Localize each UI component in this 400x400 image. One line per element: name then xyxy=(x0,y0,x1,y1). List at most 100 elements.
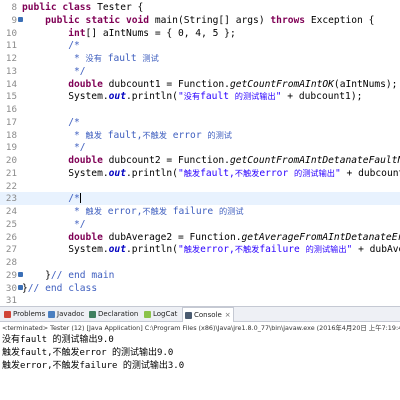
code-token: * xyxy=(22,53,86,64)
code-token: public static void xyxy=(45,14,155,26)
tab-problems[interactable]: Problems xyxy=(2,308,47,320)
code-line[interactable]: 10 int[] aIntNums = { 0, 4, 5 }; xyxy=(0,27,400,40)
code-token: [] aIntNums = { 0, 4, 5 }; xyxy=(85,27,236,39)
code-token: .println( xyxy=(125,91,178,103)
code-text: double dubcount1 = Function.getCountFrom… xyxy=(22,78,397,91)
code-token: .println( xyxy=(125,167,178,179)
code-token: .println( xyxy=(125,244,178,256)
line-number: 22 xyxy=(5,180,17,192)
tab-console[interactable]: Console × xyxy=(182,307,234,322)
code-line[interactable]: 28 xyxy=(0,256,400,269)
code-token: 触发 xyxy=(85,129,102,140)
code-line[interactable]: 23 /* xyxy=(0,192,400,206)
code-token: Exception { xyxy=(310,14,375,26)
code-token: /* xyxy=(22,40,80,52)
code-line[interactable]: 8 public class Tester { xyxy=(0,1,400,14)
close-icon[interactable]: × xyxy=(225,309,231,321)
code-token: failure xyxy=(166,206,219,217)
logcat-icon xyxy=(144,310,151,318)
tab-logcat[interactable]: LogCat xyxy=(142,308,179,320)
code-line[interactable]: 17 /* xyxy=(0,116,400,129)
code-token: dubAverage2 = Function. xyxy=(108,231,242,243)
code-token: /* xyxy=(22,116,80,128)
code-line[interactable]: 15 System.out.println("没有fault 的测试输出" + … xyxy=(0,90,400,103)
code-token: 触发 xyxy=(85,206,102,216)
code-token: fault xyxy=(101,53,143,64)
line-number: 16 xyxy=(5,104,17,115)
code-line[interactable]: 22 xyxy=(0,180,400,193)
console-output-line: 触发fault,不触发error 的测试输出9.0 xyxy=(2,348,174,358)
text-caret xyxy=(79,193,81,204)
line-number: 20 xyxy=(5,155,17,166)
line-number: 28 xyxy=(5,257,17,268)
code-token: getCountFromAIntOK xyxy=(229,78,334,90)
code-token: dubcount1 = Function. xyxy=(108,78,230,90)
code-line[interactable]: 30 }// end class xyxy=(0,282,400,295)
code-line[interactable]: 31 xyxy=(0,294,400,306)
code-token: // end class xyxy=(27,282,98,294)
code-line[interactable]: 25 */ xyxy=(0,218,400,231)
code-token: fault, xyxy=(101,129,143,141)
code-token: 的测试 xyxy=(207,129,232,140)
console-view[interactable]: <terminated> Tester (12) [Java Applicati… xyxy=(0,322,400,400)
code-token: 不触发 xyxy=(234,167,260,178)
code-token: // end main xyxy=(50,269,115,281)
line-number: 18 xyxy=(5,129,17,141)
line-number: 30 xyxy=(5,282,17,294)
code-line[interactable]: 26 double dubAverage2 = Function.getAver… xyxy=(0,231,400,244)
tab-declaration[interactable]: Declaration xyxy=(87,308,140,320)
code-token: (aIntNums); xyxy=(333,78,398,90)
code-text: */ xyxy=(22,218,86,231)
code-token: Tester { xyxy=(97,2,144,13)
code-line[interactable]: 21 System.out.println("触发fault,不触发error … xyxy=(0,167,400,180)
declaration-icon xyxy=(89,310,96,318)
code-token: dubcount2 = Function. xyxy=(108,155,230,166)
code-token: */ xyxy=(22,142,86,154)
code-line[interactable]: 12 * 没有 fault 测试 xyxy=(0,52,400,65)
code-line[interactable]: 24 * 触发 error,不触发 failure 的测试 xyxy=(0,205,400,218)
tab-javadoc[interactable]: Javadoc xyxy=(46,308,86,320)
code-text: public class Tester { xyxy=(22,1,143,14)
line-number: 15 xyxy=(5,91,17,103)
code-token: out xyxy=(108,167,126,179)
code-token: * xyxy=(22,206,86,217)
code-text: }// end class xyxy=(22,282,97,295)
code-line[interactable]: 13 */ xyxy=(0,65,400,78)
code-line[interactable]: 18 * 触发 fault,不触发 error 的测试 xyxy=(0,129,400,142)
code-token: * xyxy=(22,129,86,141)
code-token: error, xyxy=(101,206,143,217)
code-token: double xyxy=(68,155,109,166)
code-line[interactable]: 29 }// end main xyxy=(0,269,400,282)
code-editor[interactable]: 8 public class Tester {9 public static vo… xyxy=(0,0,400,306)
code-line[interactable]: 11 /* xyxy=(0,39,400,52)
javadoc-icon xyxy=(48,310,55,318)
code-token: + dubAverage2 xyxy=(358,244,400,256)
line-number: 10 xyxy=(5,27,17,39)
code-text: /* xyxy=(22,39,80,52)
code-token: public class xyxy=(22,2,98,13)
code-token: getAverageFromAIntDetanateErrorNoFailure xyxy=(241,231,400,243)
code-token: System. xyxy=(22,91,109,103)
code-token: failure xyxy=(259,244,306,256)
console-terminated-header: <terminated> Tester (12) [Java Applicati… xyxy=(2,324,400,332)
code-text: /* xyxy=(22,192,81,205)
code-line[interactable]: 14 double dubcount1 = Function.getCountF… xyxy=(0,78,400,91)
code-token: 不触发 xyxy=(142,206,167,216)
code-line[interactable]: 16 xyxy=(0,103,400,116)
code-token: 测试 xyxy=(142,53,159,63)
code-line[interactable]: 27 System.out.println("触发error,不触发failur… xyxy=(0,243,400,256)
code-text: double dubAverage2 = Function.getAverage… xyxy=(22,231,400,244)
console-icon xyxy=(185,311,192,319)
code-text: */ xyxy=(22,65,86,78)
code-token: int xyxy=(68,27,86,39)
line-number: 25 xyxy=(5,218,17,230)
console-output-line: 触发error,不触发failure 的测试输出3.0 xyxy=(2,361,185,371)
tab-label: LogCat xyxy=(153,310,178,318)
code-token: main(String[] args) xyxy=(154,14,271,26)
code-line[interactable]: 19 */ xyxy=(0,141,400,154)
code-token: 的测试输出 xyxy=(234,91,276,102)
code-line[interactable]: 20 double dubcount2 = Function.getCountF… xyxy=(0,154,400,167)
code-line[interactable]: 9 public static void main(String[] args)… xyxy=(0,14,400,27)
